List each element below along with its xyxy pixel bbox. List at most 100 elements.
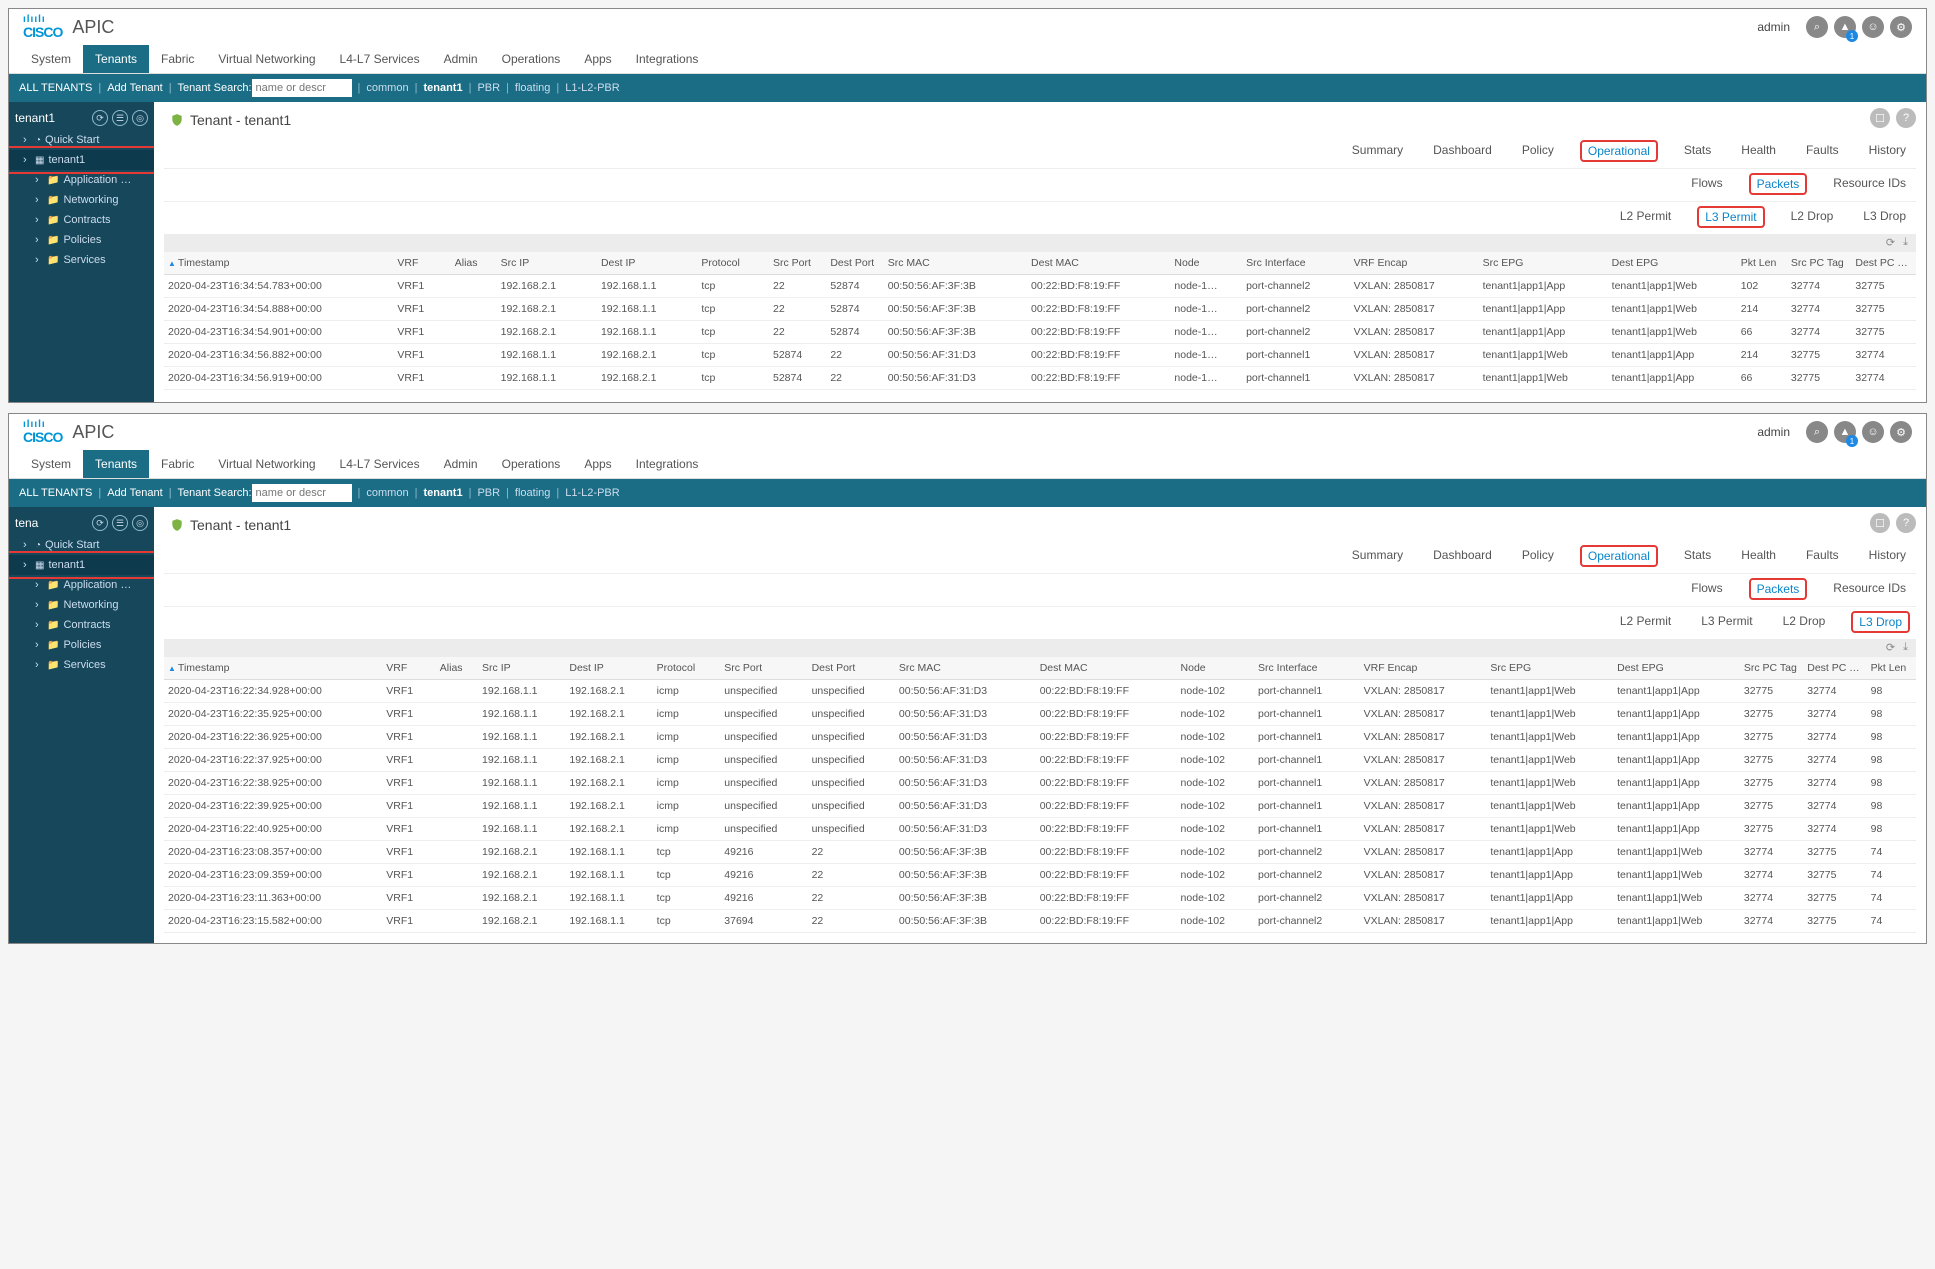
- table-row[interactable]: 2020-04-23T16:34:54.783+00:00VRF1192.168…: [164, 275, 1916, 298]
- col-src-mac[interactable]: Src MAC: [895, 657, 1036, 680]
- sidebar-icon-1[interactable]: ⟳: [92, 110, 108, 126]
- subtab-l3-drop[interactable]: L3 Drop: [1859, 206, 1910, 228]
- tenant-link-tenant1[interactable]: tenant1: [423, 487, 462, 499]
- tab-stats[interactable]: Stats: [1680, 140, 1715, 162]
- tenant-link-PBR[interactable]: PBR: [477, 82, 500, 94]
- refresh-icon[interactable]: ⟳: [1886, 236, 1895, 249]
- col-src-interface[interactable]: Src Interface: [1242, 252, 1350, 275]
- expand-icon[interactable]: ›: [35, 254, 43, 266]
- tab-health[interactable]: Health: [1737, 545, 1780, 567]
- subtab-packets[interactable]: Packets: [1749, 578, 1808, 600]
- tab-policy[interactable]: Policy: [1518, 545, 1558, 567]
- table-row[interactable]: 2020-04-23T16:34:56.919+00:00VRF1192.168…: [164, 367, 1916, 390]
- tab-health[interactable]: Health: [1737, 140, 1780, 162]
- expand-icon[interactable]: ›: [23, 559, 31, 571]
- table-row[interactable]: 2020-04-23T16:34:54.901+00:00VRF1192.168…: [164, 321, 1916, 344]
- col-node[interactable]: Node: [1177, 657, 1254, 680]
- table-row[interactable]: 2020-04-23T16:22:36.925+00:00VRF1192.168…: [164, 726, 1916, 749]
- col-alias[interactable]: Alias: [451, 252, 497, 275]
- tree-item-networking[interactable]: › 📁 Networking: [9, 595, 154, 615]
- col-pkt-len[interactable]: Pkt Len: [1867, 657, 1916, 680]
- table-row[interactable]: 2020-04-23T16:23:08.357+00:00VRF1192.168…: [164, 841, 1916, 864]
- tab-history[interactable]: History: [1865, 545, 1910, 567]
- table-row[interactable]: 2020-04-23T16:23:09.359+00:00VRF1192.168…: [164, 864, 1916, 887]
- all-tenants-link[interactable]: ALL TENANTS: [19, 487, 92, 499]
- bell-icon[interactable]: ▲1: [1834, 16, 1856, 38]
- col-alias[interactable]: Alias: [436, 657, 478, 680]
- add-tenant-link[interactable]: Add Tenant: [107, 487, 162, 499]
- col-dest-pc-tag[interactable]: Dest PC Tag: [1851, 252, 1916, 275]
- subtab-l2-drop[interactable]: L2 Drop: [1779, 611, 1830, 633]
- col-dest-mac[interactable]: Dest MAC: [1036, 657, 1177, 680]
- add-tenant-link[interactable]: Add Tenant: [107, 82, 162, 94]
- col-vrf-encap[interactable]: VRF Encap: [1350, 252, 1479, 275]
- tenant-link-floating[interactable]: floating: [515, 487, 550, 499]
- col-dest-ip[interactable]: Dest IP: [565, 657, 652, 680]
- gear-icon[interactable]: ⚙: [1890, 16, 1912, 38]
- tab-operational[interactable]: Operational: [1580, 140, 1658, 162]
- tree-item-contracts[interactable]: › 📁 Contracts: [9, 615, 154, 635]
- col-src-port[interactable]: Src Port: [720, 657, 807, 680]
- tenant-link-tenant1[interactable]: tenant1: [423, 82, 462, 94]
- menu-admin[interactable]: Admin: [432, 45, 490, 73]
- menu-apps[interactable]: Apps: [572, 450, 623, 478]
- tree-item-tenant1[interactable]: › ▦ tenant1: [9, 555, 154, 575]
- col-timestamp[interactable]: ▲Timestamp: [164, 657, 382, 680]
- tenant-link-L1-L2-PBR[interactable]: L1-L2-PBR: [565, 82, 619, 94]
- table-row[interactable]: 2020-04-23T16:34:56.882+00:00VRF1192.168…: [164, 344, 1916, 367]
- menu-fabric[interactable]: Fabric: [149, 45, 206, 73]
- menu-integrations[interactable]: Integrations: [624, 450, 711, 478]
- tab-policy[interactable]: Policy: [1518, 140, 1558, 162]
- gear-icon[interactable]: ⚙: [1890, 421, 1912, 443]
- subtab-l3-drop[interactable]: L3 Drop: [1851, 611, 1910, 633]
- tree-item-quick-start[interactable]: › ◔ Quick Start: [9, 535, 154, 555]
- table-row[interactable]: 2020-04-23T16:23:11.363+00:00VRF1192.168…: [164, 887, 1916, 910]
- tenant-search-input[interactable]: [252, 79, 352, 97]
- expand-icon[interactable]: ›: [35, 579, 43, 591]
- tenant-link-PBR[interactable]: PBR: [477, 487, 500, 499]
- tab-history[interactable]: History: [1865, 140, 1910, 162]
- expand-icon[interactable]: ›: [35, 214, 43, 226]
- col-src-mac[interactable]: Src MAC: [884, 252, 1027, 275]
- bookmark-icon[interactable]: ☐: [1870, 108, 1890, 128]
- tree-item-application-[interactable]: › 📁 Application …: [9, 170, 154, 190]
- expand-icon[interactable]: ›: [35, 599, 43, 611]
- col-vrf[interactable]: VRF: [382, 657, 436, 680]
- col-pkt-len[interactable]: Pkt Len: [1737, 252, 1787, 275]
- tree-item-policies[interactable]: › 📁 Policies: [9, 230, 154, 250]
- menu-virtual-networking[interactable]: Virtual Networking: [206, 45, 327, 73]
- col-src-pc-tag[interactable]: Src PC Tag: [1740, 657, 1803, 680]
- subtab-flows[interactable]: Flows: [1687, 173, 1726, 195]
- col-node[interactable]: Node: [1170, 252, 1242, 275]
- table-row[interactable]: 2020-04-23T16:22:40.925+00:00VRF1192.168…: [164, 818, 1916, 841]
- col-protocol[interactable]: Protocol: [697, 252, 769, 275]
- expand-icon[interactable]: ›: [35, 194, 43, 206]
- tab-stats[interactable]: Stats: [1680, 545, 1715, 567]
- menu-system[interactable]: System: [19, 45, 83, 73]
- tree-item-services[interactable]: › 📁 Services: [9, 250, 154, 270]
- bookmark-icon[interactable]: ☐: [1870, 513, 1890, 533]
- tree-item-services[interactable]: › 📁 Services: [9, 655, 154, 675]
- subtab-resource-ids[interactable]: Resource IDs: [1829, 578, 1910, 600]
- expand-icon[interactable]: ›: [35, 174, 43, 186]
- subtab-l3-permit[interactable]: L3 Permit: [1697, 611, 1756, 633]
- all-tenants-link[interactable]: ALL TENANTS: [19, 82, 92, 94]
- col-dest-port[interactable]: Dest Port: [826, 252, 883, 275]
- bell-icon[interactable]: ▲1: [1834, 421, 1856, 443]
- menu-l4-l7-services[interactable]: L4-L7 Services: [328, 45, 432, 73]
- menu-l4-l7-services[interactable]: L4-L7 Services: [328, 450, 432, 478]
- col-dest-pc-tag[interactable]: Dest PC Tag: [1803, 657, 1866, 680]
- search-icon[interactable]: ⌕: [1806, 421, 1828, 443]
- col-vrf-encap[interactable]: VRF Encap: [1360, 657, 1487, 680]
- tree-item-policies[interactable]: › 📁 Policies: [9, 635, 154, 655]
- tab-faults[interactable]: Faults: [1802, 545, 1843, 567]
- subtab-l2-permit[interactable]: L2 Permit: [1616, 206, 1675, 228]
- menu-fabric[interactable]: Fabric: [149, 450, 206, 478]
- tree-item-quick-start[interactable]: › ◔ Quick Start: [9, 130, 154, 150]
- sidebar-icon-2[interactable]: ☰: [112, 110, 128, 126]
- tenant-link-floating[interactable]: floating: [515, 82, 550, 94]
- expand-icon[interactable]: ›: [35, 659, 43, 671]
- menu-tenants[interactable]: Tenants: [83, 45, 149, 73]
- expand-icon[interactable]: ›: [23, 134, 31, 146]
- expand-icon[interactable]: ›: [35, 639, 43, 651]
